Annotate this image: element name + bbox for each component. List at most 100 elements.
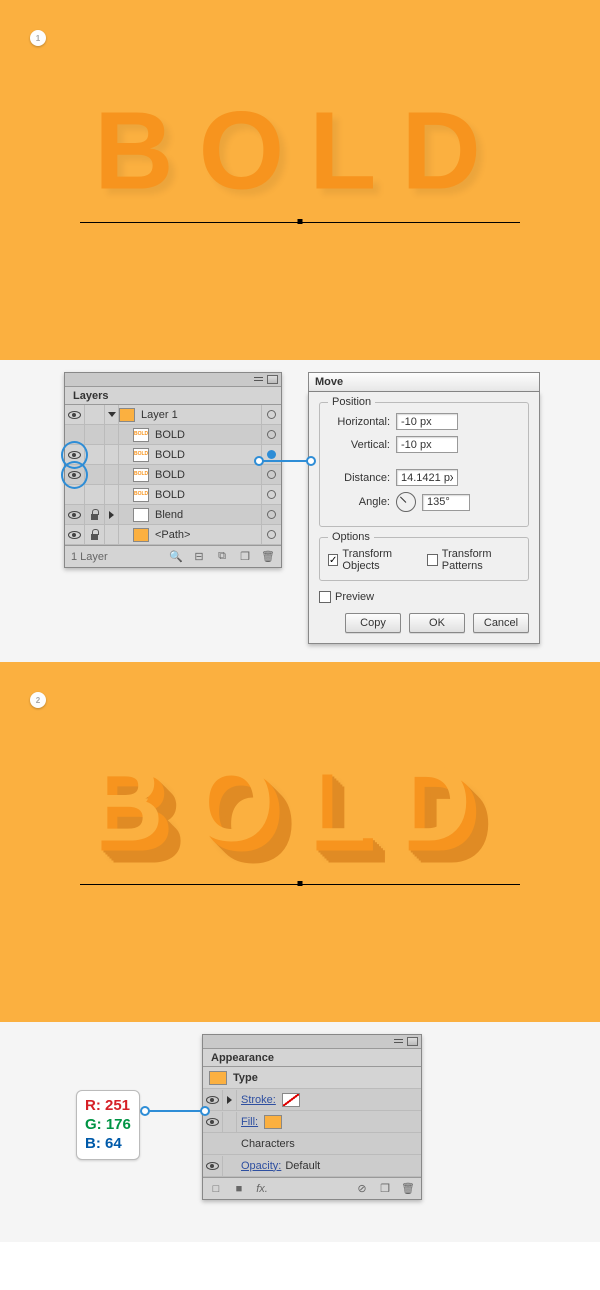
panel-collapse-bar[interactable] xyxy=(203,1035,421,1049)
cancel-button[interactable]: Cancel xyxy=(473,613,529,633)
appearance-type-row[interactable]: Type xyxy=(203,1067,421,1089)
stroke-swatch[interactable] xyxy=(282,1093,300,1107)
ok-button[interactable]: OK xyxy=(409,613,465,633)
disclosure-toggle[interactable] xyxy=(105,505,119,525)
layer-target[interactable] xyxy=(261,465,281,485)
layer-row[interactable]: BOLD xyxy=(65,425,281,445)
rgb-callout: R: 251 G: 176 B: 64 xyxy=(76,1090,140,1160)
layer-target[interactable] xyxy=(261,505,281,525)
layer-target[interactable] xyxy=(261,405,281,425)
layer-target[interactable] xyxy=(261,525,281,545)
visibility-toggle[interactable] xyxy=(65,505,85,525)
transform-objects-checkbox-label[interactable]: ✓ Transform Objects xyxy=(328,548,417,572)
spacer xyxy=(223,1156,237,1176)
sublayer-thumb xyxy=(133,468,149,482)
locate-object-button[interactable]: 🔍 xyxy=(169,550,183,564)
new-sublayer-button[interactable]: ⧉ xyxy=(215,550,229,564)
layer-row[interactable]: Blend xyxy=(65,505,281,525)
transform-objects-checkbox[interactable]: ✓ xyxy=(328,554,338,566)
make-clipping-mask-button[interactable]: ⊟ xyxy=(192,550,206,564)
panel-menu-button[interactable] xyxy=(267,375,278,384)
layer-name[interactable]: BOLD xyxy=(153,429,261,441)
target-ring-icon xyxy=(267,410,276,419)
text-anchor-point[interactable] xyxy=(298,881,303,886)
duplicate-item-button[interactable]: ❐ xyxy=(378,1182,392,1196)
fill-label[interactable]: Fill: xyxy=(241,1116,258,1128)
horizontal-input[interactable] xyxy=(396,413,458,430)
lock-toggle[interactable] xyxy=(85,405,105,425)
opacity-value: Default xyxy=(285,1160,320,1172)
layer-target[interactable] xyxy=(261,425,281,445)
clear-appearance-button[interactable]: ⊘ xyxy=(355,1182,369,1196)
vertical-label: Vertical: xyxy=(328,439,390,451)
stroke-label[interactable]: Stroke: xyxy=(241,1094,276,1106)
eye-icon xyxy=(206,1096,219,1104)
visibility-toggle[interactable] xyxy=(65,405,85,425)
disclosure-toggle[interactable] xyxy=(223,1090,237,1110)
spacer xyxy=(105,525,119,545)
angle-input[interactable] xyxy=(422,494,470,511)
sublayer-thumb xyxy=(133,528,149,542)
lock-toggle[interactable] xyxy=(85,505,105,525)
layer-name[interactable]: BOLD xyxy=(153,449,261,461)
fx-label: fx. xyxy=(256,1183,268,1195)
disclosure-spacer xyxy=(223,1112,237,1132)
layer-name[interactable]: Layer 1 xyxy=(139,409,261,421)
layer-row[interactable]: BOLD xyxy=(65,465,281,485)
layer-row-group[interactable]: Layer 1 xyxy=(65,405,281,425)
disclosure-toggle[interactable] xyxy=(105,405,119,425)
visibility-toggle[interactable] xyxy=(65,465,85,485)
visibility-toggle[interactable] xyxy=(203,1156,223,1176)
preview-checkbox[interactable] xyxy=(319,591,331,603)
lock-toggle[interactable] xyxy=(85,445,105,465)
new-stroke-button[interactable]: □ xyxy=(209,1182,223,1196)
appearance-characters-row[interactable]: Characters xyxy=(203,1133,421,1155)
lock-toggle[interactable] xyxy=(85,465,105,485)
delete-layer-button[interactable]: 🗑 xyxy=(261,550,275,564)
appearance-stroke-row[interactable]: Stroke: xyxy=(203,1089,421,1111)
layer-name[interactable]: BOLD xyxy=(153,469,261,481)
delete-item-button[interactable]: 🗑 xyxy=(401,1182,415,1196)
add-effect-button[interactable]: fx. xyxy=(255,1182,269,1196)
layer-name[interactable]: Blend xyxy=(153,509,261,521)
appearance-panel-title[interactable]: Appearance xyxy=(203,1049,421,1067)
layer-row[interactable]: BOLD xyxy=(65,485,281,505)
sublayer-thumb xyxy=(133,428,149,442)
copy-button[interactable]: Copy xyxy=(345,613,401,633)
distance-input[interactable] xyxy=(396,469,458,486)
layer-row[interactable]: <Path> xyxy=(65,525,281,545)
transform-patterns-checkbox-label[interactable]: Transform Patterns xyxy=(427,548,520,572)
visibility-toggle[interactable] xyxy=(65,525,85,545)
panel-menu-button[interactable] xyxy=(407,1037,418,1046)
fill-swatch[interactable] xyxy=(264,1115,282,1129)
layer-row[interactable]: BOLD xyxy=(65,445,281,465)
lock-toggle[interactable] xyxy=(85,425,105,445)
sublayer-thumb xyxy=(133,448,149,462)
opacity-label[interactable]: Opacity: xyxy=(241,1160,281,1172)
characters-label: Characters xyxy=(241,1138,295,1150)
spacer xyxy=(105,445,119,465)
eye-icon xyxy=(206,1118,219,1126)
layer-target[interactable] xyxy=(261,485,281,505)
move-dialog-title[interactable]: Move xyxy=(308,372,540,392)
panel-collapse-bar[interactable] xyxy=(65,373,281,387)
new-fill-button[interactable]: ■ xyxy=(232,1182,246,1196)
new-layer-button[interactable]: ❐ xyxy=(238,550,252,564)
lock-toggle[interactable] xyxy=(85,485,105,505)
vertical-input[interactable] xyxy=(396,436,458,453)
lock-toggle[interactable] xyxy=(85,525,105,545)
layers-panel: Layers Layer 1 BOLD xyxy=(64,372,282,568)
transform-patterns-checkbox[interactable] xyxy=(427,554,437,566)
angle-wheel[interactable] xyxy=(396,492,416,512)
sublayer-thumb xyxy=(133,508,149,522)
layers-panel-title[interactable]: Layers xyxy=(65,387,281,405)
text-anchor-point[interactable] xyxy=(298,219,303,224)
layers-panel-footer: 1 Layer 🔍 ⊟ ⧉ ❐ 🗑 xyxy=(65,545,281,567)
layer-name[interactable]: BOLD xyxy=(153,489,261,501)
position-legend: Position xyxy=(328,396,375,408)
preview-checkbox-label[interactable]: Preview xyxy=(319,591,529,603)
appearance-fill-row[interactable]: Fill: xyxy=(203,1111,421,1133)
step-badge-1: 1 xyxy=(30,30,46,46)
layer-name[interactable]: <Path> xyxy=(153,529,261,541)
appearance-opacity-row[interactable]: Opacity: Default xyxy=(203,1155,421,1177)
